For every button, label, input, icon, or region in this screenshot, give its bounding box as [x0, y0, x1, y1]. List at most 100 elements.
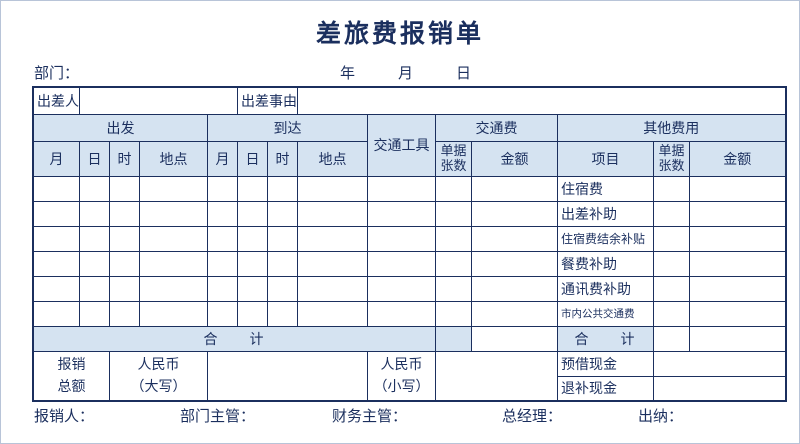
arrive-hour-cell[interactable] [267, 225, 298, 252]
arrive-place-cell[interactable] [297, 200, 368, 227]
other-amount-cell[interactable] [689, 250, 786, 277]
depart-place-cell[interactable] [139, 275, 208, 302]
transport-amount-cell[interactable] [471, 175, 558, 202]
depart-hour-cell[interactable] [109, 175, 140, 202]
transport-receipt-cell[interactable] [435, 225, 472, 252]
depart-month-cell[interactable] [32, 275, 80, 302]
receipt-count-line1: 单据 [658, 143, 685, 159]
depart-day-cell[interactable] [79, 275, 110, 302]
transport-amount-cell[interactable] [471, 250, 558, 277]
depart-month-cell[interactable] [32, 300, 80, 327]
reason-field[interactable] [297, 86, 786, 115]
arrive-day-cell[interactable] [237, 175, 268, 202]
arrive-hour-cell[interactable] [267, 200, 298, 227]
transport-receipt-cell[interactable] [435, 175, 472, 202]
transport-tool-cell[interactable] [367, 175, 436, 202]
refund-cash-field[interactable] [653, 375, 786, 402]
depart-hour-cell[interactable] [109, 250, 140, 277]
other-amount-cell[interactable] [689, 200, 786, 227]
other-receipt-cell[interactable] [653, 275, 690, 302]
finance-head-label: 财务主管： [332, 407, 408, 425]
arrive-month-cell[interactable] [207, 250, 238, 277]
transport-tool-cell[interactable] [367, 300, 436, 327]
arrive-hour-cell[interactable] [267, 175, 298, 202]
traveler-field[interactable] [79, 86, 238, 115]
arrive-month-cell[interactable] [207, 275, 238, 302]
transport-amount-total[interactable] [471, 325, 558, 352]
depart-month-cell[interactable] [32, 200, 80, 227]
arrive-place-cell[interactable] [297, 300, 368, 327]
depart-hour-cell[interactable] [109, 225, 140, 252]
other-item-label: 通讯费补助 [557, 275, 654, 302]
arrive-header: 到达 [207, 113, 368, 142]
arrive-month-cell[interactable] [207, 200, 238, 227]
other-receipt-total[interactable] [653, 325, 690, 352]
transport-tool-cell[interactable] [367, 250, 436, 277]
depart-month-cell[interactable] [32, 250, 80, 277]
arrive-day-cell[interactable] [237, 275, 268, 302]
depart-day-cell[interactable] [79, 300, 110, 327]
depart-place-cell[interactable] [139, 200, 208, 227]
cashier-label: 出纳： [638, 407, 684, 425]
transport-amount-cell[interactable] [471, 300, 558, 327]
rmb-lower-field[interactable] [435, 350, 558, 402]
depart-place-cell[interactable] [139, 300, 208, 327]
transport-receipt-cell[interactable] [435, 200, 472, 227]
depart-month-cell[interactable] [32, 175, 80, 202]
depart-place-cell[interactable] [139, 175, 208, 202]
transport-tool-cell[interactable] [367, 275, 436, 302]
other-receipt-cell[interactable] [653, 200, 690, 227]
table-row: 住宿费结余补贴 [32, 225, 786, 252]
other-amount-cell[interactable] [689, 225, 786, 252]
arrive-day-cell[interactable] [237, 250, 268, 277]
depart-month-cell[interactable] [32, 225, 80, 252]
transport-receipt-cell[interactable] [435, 300, 472, 327]
transport-amount-cell[interactable] [471, 200, 558, 227]
transport-amount-cell[interactable] [471, 225, 558, 252]
depart-hour-cell[interactable] [109, 200, 140, 227]
arrive-day-cell[interactable] [237, 225, 268, 252]
arrive-hour-cell[interactable] [267, 250, 298, 277]
item-header: 项目 [557, 140, 654, 177]
transport-amount-cell[interactable] [471, 275, 558, 302]
traveler-label: 出差人 [32, 86, 80, 115]
other-receipt-cell[interactable] [653, 175, 690, 202]
other-amount-cell[interactable] [689, 175, 786, 202]
depart-day-cell[interactable] [79, 200, 110, 227]
arrive-place-cell[interactable] [297, 275, 368, 302]
transport-tool-cell[interactable] [367, 200, 436, 227]
depart-place-cell[interactable] [139, 225, 208, 252]
arrive-month-cell[interactable] [207, 300, 238, 327]
depart-day-cell[interactable] [79, 175, 110, 202]
other-amount-total[interactable] [689, 325, 786, 352]
depart-day-cell[interactable] [79, 225, 110, 252]
arrive-place-cell[interactable] [297, 250, 368, 277]
arrive-month-cell[interactable] [207, 225, 238, 252]
other-receipt-cell[interactable] [653, 225, 690, 252]
arrive-month-header: 月 [207, 140, 238, 177]
other-receipt-cell[interactable] [653, 300, 690, 327]
other-amount-cell[interactable] [689, 275, 786, 302]
advance-cash-field[interactable] [653, 350, 786, 377]
arrive-hour-cell[interactable] [267, 300, 298, 327]
arrive-day-cell[interactable] [237, 200, 268, 227]
depart-hour-cell[interactable] [109, 275, 140, 302]
total-char-2: 计 [249, 331, 266, 348]
arrive-month-cell[interactable] [207, 175, 238, 202]
other-amount-cell[interactable] [689, 300, 786, 327]
transport-receipt-total[interactable] [435, 325, 472, 352]
arrive-day-header: 日 [237, 140, 268, 177]
arrive-place-cell[interactable] [297, 175, 368, 202]
arrive-place-cell[interactable] [297, 225, 368, 252]
arrive-hour-cell[interactable] [267, 275, 298, 302]
transport-receipt-cell[interactable] [435, 275, 472, 302]
rmb-upper-field[interactable] [207, 350, 368, 402]
depart-place-cell[interactable] [139, 250, 208, 277]
department-label: 部门： [34, 64, 80, 82]
other-receipt-cell[interactable] [653, 250, 690, 277]
transport-tool-cell[interactable] [367, 225, 436, 252]
arrive-day-cell[interactable] [237, 300, 268, 327]
transport-receipt-cell[interactable] [435, 250, 472, 277]
depart-day-cell[interactable] [79, 250, 110, 277]
depart-hour-cell[interactable] [109, 300, 140, 327]
